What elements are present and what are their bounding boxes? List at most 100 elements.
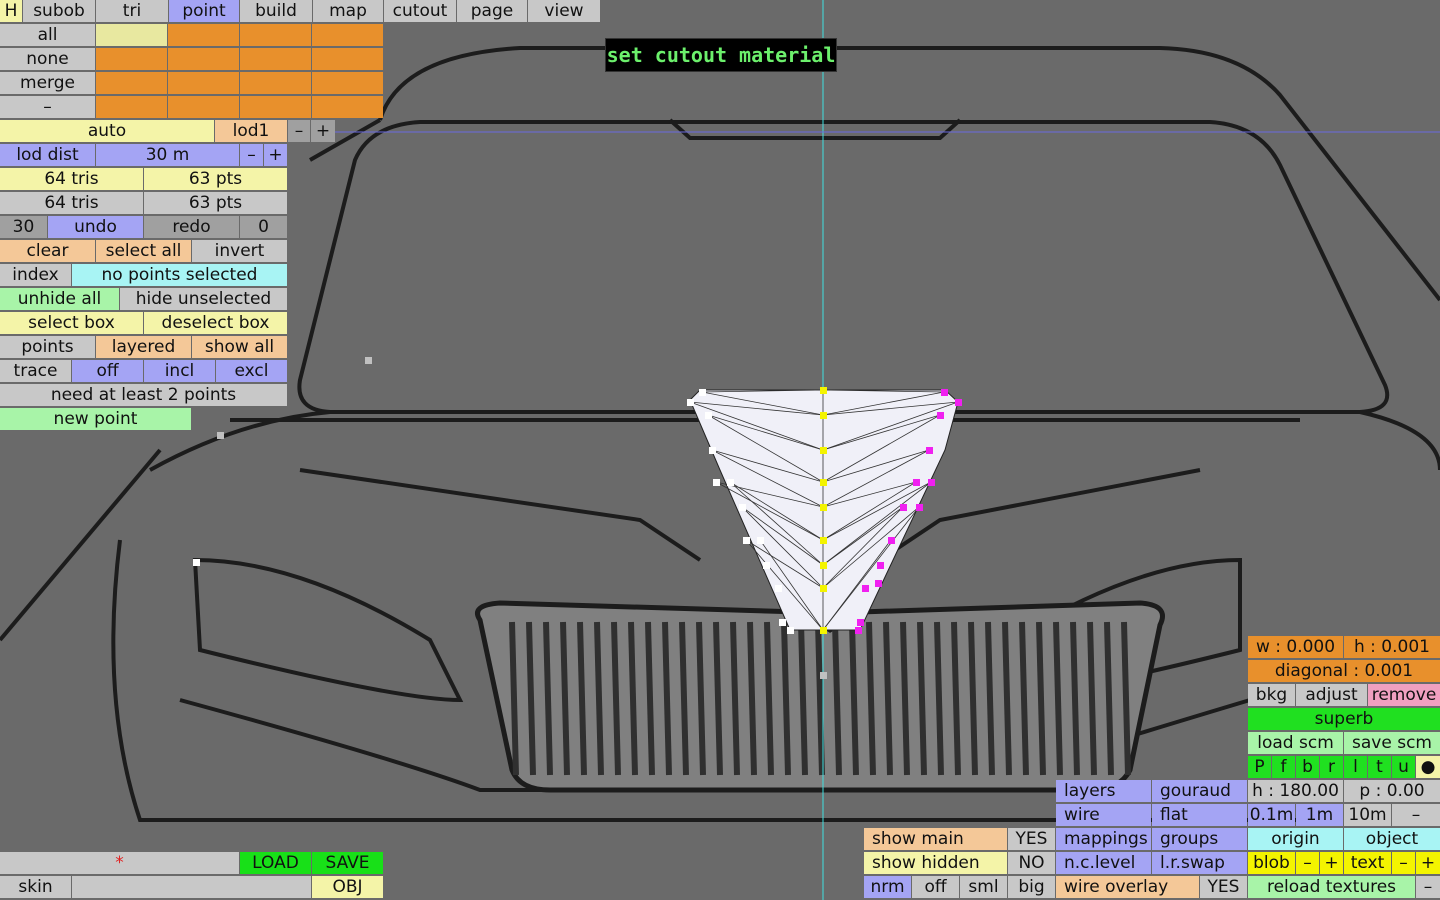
flag-u[interactable]: u xyxy=(1392,756,1415,778)
text-minus[interactable]: – xyxy=(1392,852,1415,874)
material-swatch[interactable] xyxy=(96,48,167,70)
trace-incl-button[interactable]: incl xyxy=(144,360,215,382)
show-main-toggle[interactable]: show main xyxy=(864,828,1007,850)
save-button[interactable]: SAVE xyxy=(312,852,383,874)
material-swatch[interactable] xyxy=(240,96,311,118)
merge-row[interactable]: merge xyxy=(0,72,95,94)
wire-button[interactable]: wire xyxy=(1056,804,1151,826)
unhide-all-button[interactable]: unhide all xyxy=(0,288,119,310)
new-point-button[interactable]: new point xyxy=(0,408,191,430)
normals-off-button[interactable]: off xyxy=(912,876,959,898)
blob-minus[interactable]: – xyxy=(1296,852,1319,874)
superb-button[interactable]: superb xyxy=(1248,708,1440,730)
normals-big-button[interactable]: big xyxy=(1008,876,1055,898)
invert-button[interactable]: invert xyxy=(192,240,287,262)
clear-button[interactable]: clear xyxy=(0,240,95,262)
menu-build[interactable]: build xyxy=(240,0,312,22)
menu-tri[interactable]: tri xyxy=(96,0,168,22)
text-button[interactable]: text xyxy=(1344,852,1391,874)
lod-dist-value[interactable]: 30 m xyxy=(96,144,239,166)
material-swatch[interactable] xyxy=(168,48,239,70)
menu-h[interactable]: H xyxy=(0,0,22,22)
origin-button[interactable]: origin xyxy=(1248,828,1343,850)
wire-overlay-value[interactable]: YES xyxy=(1200,876,1247,898)
material-swatch[interactable] xyxy=(312,48,383,70)
lod-auto-button[interactable]: auto xyxy=(0,120,214,142)
remove-button[interactable]: remove xyxy=(1368,684,1440,706)
skin-field[interactable] xyxy=(72,876,311,898)
trace-off-button[interactable]: off xyxy=(72,360,143,382)
material-swatch[interactable] xyxy=(312,72,383,94)
material-swatch[interactable] xyxy=(96,24,167,46)
nc-level-button[interactable]: n.c.level xyxy=(1056,852,1151,874)
select-none-row[interactable]: none xyxy=(0,48,95,70)
wire-overlay-toggle[interactable]: wire overlay xyxy=(1056,876,1199,898)
adjust-button[interactable]: adjust xyxy=(1296,684,1367,706)
menu-page[interactable]: page xyxy=(457,0,527,22)
material-swatch[interactable] xyxy=(168,72,239,94)
show-hidden-value[interactable]: NO xyxy=(1008,852,1055,874)
step-0-1m[interactable]: 0.1m xyxy=(1248,804,1295,826)
lod-dist-minus[interactable]: – xyxy=(240,144,263,166)
groups-button[interactable]: groups xyxy=(1152,828,1247,850)
menu-subob[interactable]: subob xyxy=(23,0,95,22)
material-swatch[interactable] xyxy=(312,24,383,46)
blob-plus[interactable]: + xyxy=(1320,852,1343,874)
lr-swap-button[interactable]: l.r.swap xyxy=(1152,852,1247,874)
material-swatch[interactable] xyxy=(168,24,239,46)
dash-row[interactable]: – xyxy=(0,96,95,118)
load-scm-button[interactable]: load scm xyxy=(1248,732,1343,754)
show-main-value[interactable]: YES xyxy=(1008,828,1055,850)
material-swatch[interactable] xyxy=(168,96,239,118)
gouraud-button[interactable]: gouraud xyxy=(1152,780,1247,802)
bkg-button[interactable]: bkg xyxy=(1248,684,1295,706)
index-button[interactable]: index xyxy=(0,264,71,286)
undo-button[interactable]: undo xyxy=(48,216,143,238)
save-scm-button[interactable]: save scm xyxy=(1344,732,1440,754)
material-swatch[interactable] xyxy=(240,24,311,46)
select-all-row[interactable]: all xyxy=(0,24,95,46)
flat-button[interactable]: flat xyxy=(1152,804,1247,826)
normals-button[interactable]: nrm xyxy=(864,876,911,898)
flag-f[interactable]: f xyxy=(1272,756,1295,778)
points-button[interactable]: points xyxy=(0,336,95,358)
step-10m[interactable]: 10m xyxy=(1344,804,1391,826)
flag-b[interactable]: b xyxy=(1296,756,1319,778)
lod-plus-button[interactable]: + xyxy=(311,120,335,142)
menu-point[interactable]: point xyxy=(169,0,239,22)
normals-small-button[interactable]: sml xyxy=(960,876,1007,898)
reload-textures-button[interactable]: reload textures xyxy=(1248,876,1415,898)
material-swatch[interactable] xyxy=(240,48,311,70)
trace-excl-button[interactable]: excl xyxy=(216,360,287,382)
flag-dot[interactable]: ● xyxy=(1416,756,1440,778)
show-hidden-toggle[interactable]: show hidden xyxy=(864,852,1007,874)
blob-button[interactable]: blob xyxy=(1248,852,1295,874)
text-plus[interactable]: + xyxy=(1416,852,1440,874)
flag-r[interactable]: r xyxy=(1320,756,1343,778)
obj-button[interactable]: OBJ xyxy=(312,876,383,898)
stray-point[interactable] xyxy=(365,357,372,364)
pitch-value[interactable]: p : 0.00 xyxy=(1344,780,1440,802)
object-button[interactable]: object xyxy=(1344,828,1440,850)
flag-l[interactable]: l xyxy=(1344,756,1367,778)
redo-button[interactable]: redo xyxy=(144,216,239,238)
trace-button[interactable]: trace xyxy=(0,360,71,382)
layered-button[interactable]: layered xyxy=(96,336,191,358)
stray-point[interactable] xyxy=(217,432,224,439)
show-all-button[interactable]: show all xyxy=(192,336,287,358)
lod-level[interactable]: lod1 xyxy=(215,120,287,142)
menu-map[interactable]: map xyxy=(313,0,383,22)
stray-point[interactable] xyxy=(820,672,827,679)
material-swatch[interactable] xyxy=(96,72,167,94)
lod-dist-plus[interactable]: + xyxy=(264,144,287,166)
heading-value[interactable]: h : 180.00 xyxy=(1248,780,1343,802)
material-swatch[interactable] xyxy=(312,96,383,118)
flag-p[interactable]: P xyxy=(1248,756,1271,778)
layers-button[interactable]: layers xyxy=(1056,780,1151,802)
reload-minus[interactable]: – xyxy=(1416,876,1440,898)
select-all-button[interactable]: select all xyxy=(96,240,191,262)
load-button[interactable]: LOAD xyxy=(240,852,311,874)
flag-t[interactable]: t xyxy=(1368,756,1391,778)
deselect-box-button[interactable]: deselect box xyxy=(144,312,287,334)
mappings-button[interactable]: mappings xyxy=(1056,828,1151,850)
